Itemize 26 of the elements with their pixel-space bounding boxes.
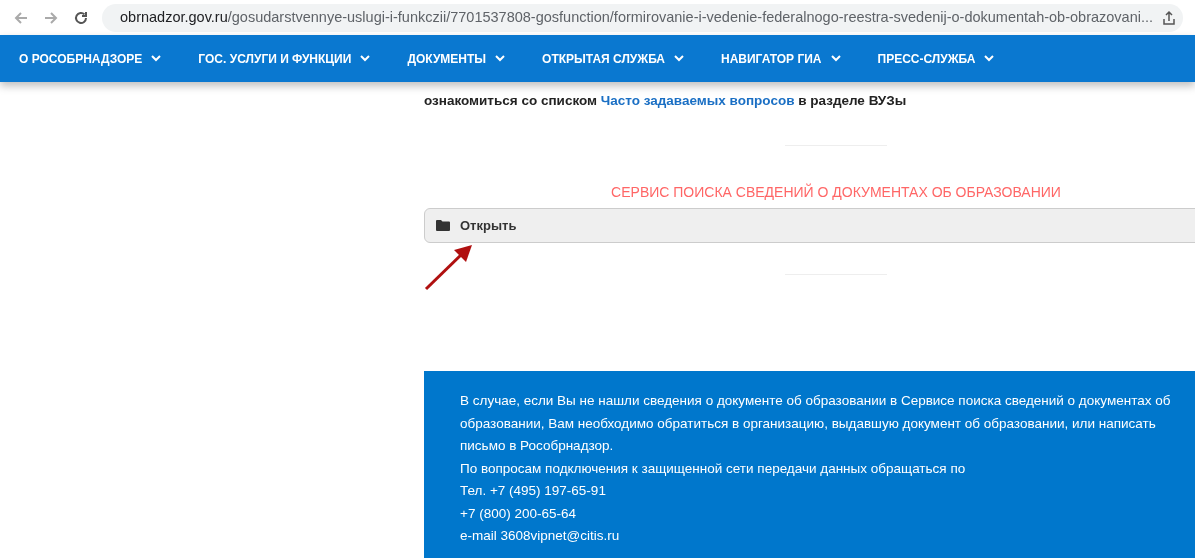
nav-item[interactable]: ДОКУМЕНТЫ (407, 49, 506, 68)
info-text: e-mail 3608vipnet@citis.ru (460, 527, 621, 546)
chevron-down-icon (495, 55, 506, 62)
nav-item[interactable]: О РОСОБРНАДЗОРЕ (19, 49, 162, 68)
intro-text: ознакомиться со списком Часто задаваемых вопросов в разделе ВУЗы (424, 92, 908, 110)
accordion-header[interactable]: Открыть (424, 208, 1195, 244)
info-text: В случае, если Вы не нашли сведения о документе об образовании в Сервисе поиска сведений о документах об образовании, Вам необходимо обратиться в организацию, выдавшую документ об образовании, или написать письмо в Рособрнадзор. (460, 392, 1172, 456)
chevron-down-icon (830, 55, 841, 62)
service-title: СЕРВИС ПОИСКА СВЕДЕНИЙ О ДОКУМЕНТАХ ОБ ОБРАЗОВАНИИ (610, 182, 1062, 203)
nav-item[interactable]: ГОС. УСЛУГИ И ФУНКЦИИ (198, 49, 371, 68)
url-text: obrnadzor.gov.ru/gosudarstvennye-uslugi-i-funkczii/7701537808-gosfunction/formirovanie-i-vedenie-federalnogo-reestra-svedenij-o-dokumentah-ob-obrazovani... (120, 7, 1154, 27)
folder-icon (436, 220, 450, 232)
nav-item[interactable]: ОТКРЫТАЯ СЛУЖБА (542, 49, 684, 68)
info-text: +7 (800) 200-65-64 (460, 504, 577, 523)
info-text: По вопросам подключения к защищенной сети передачи данных обращаться по (460, 459, 967, 478)
info-text: Тел. +7 (495) 197-65-91 (460, 482, 607, 501)
nav-item[interactable]: НАВИГАТОР ГИА (720, 49, 841, 68)
nav-item[interactable]: ПРЕСС-СЛУЖБА (877, 49, 995, 68)
address-bar[interactable]: obrnadzor.gov.ru/gosudarstvennye-uslugi-i-funkczii/7701537808-gosfunction/formirovanie-i-vedenie-federalnogo-reestra-svedenij-o-dokumentah-ob-obrazovani... (102, 3, 1183, 32)
chevron-down-icon (360, 55, 371, 62)
faq-link[interactable]: Часто задаваемых вопросов (600, 93, 795, 108)
chevron-down-icon (151, 55, 162, 62)
arrow-drawing (424, 244, 474, 292)
share-icon[interactable] (1161, 9, 1178, 26)
chevron-down-icon (673, 55, 684, 62)
chevron-down-icon (984, 55, 995, 62)
